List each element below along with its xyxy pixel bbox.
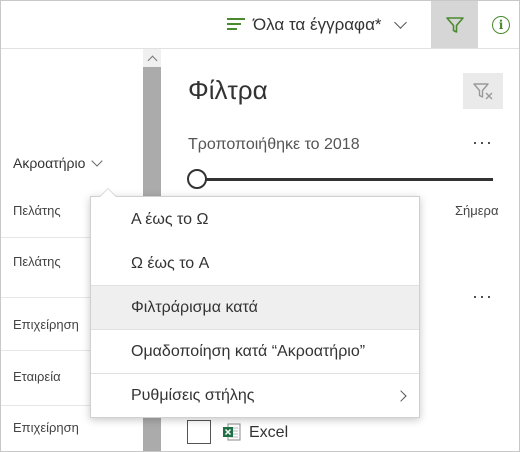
menu-item-sort-a-to-z[interactable]: A έως το Ω: [91, 198, 419, 242]
slider-end-label: Σήμερα: [455, 203, 499, 218]
scroll-up-button[interactable]: [143, 49, 161, 67]
filter-pane-button[interactable]: [431, 1, 478, 48]
modified-filter-label: Τροποποιήθηκε το 2018: [188, 136, 360, 153]
chevron-down-icon: [91, 155, 104, 167]
menu-item-label: Ρυθμίσεις στήλης: [131, 387, 255, 404]
more-options-button[interactable]: ···: [472, 132, 493, 153]
list-item-label: Πελάτης: [13, 254, 61, 269]
date-slider-thumb[interactable]: [187, 169, 207, 189]
view-selector[interactable]: Όλα τα έγγραφα*: [227, 1, 411, 48]
info-button[interactable]: i: [486, 1, 516, 48]
chevron-up-icon: [147, 55, 157, 65]
command-bar: Όλα τα έγγραφα* i: [1, 1, 519, 49]
clear-filters-button[interactable]: [463, 73, 503, 109]
date-slider-track[interactable]: [197, 178, 493, 181]
menu-item-filter-by[interactable]: Φιλτράρισμα κατά: [91, 286, 419, 330]
filter-pane-title: Φίλτρα: [188, 75, 268, 105]
file-type-label: Excel: [249, 424, 289, 441]
list-item-label: Πελάτης: [13, 203, 61, 218]
column-header-label: Ακροατήριο: [13, 155, 86, 171]
list-item-label: Εταιρεία: [13, 369, 61, 384]
app-window: Όλα τα έγγραφα* i Ακροατήριο Πελάτης Πελ…: [0, 0, 520, 452]
chevron-right-icon: [395, 390, 407, 402]
column-context-menu: A έως το Ω Ω έως το A Φιλτράρισμα κατά Ο…: [90, 196, 420, 418]
menu-item-group-by[interactable]: Ομαδοποίηση κατά “Ακροατήριο”: [91, 330, 419, 374]
menu-item-sort-z-to-a[interactable]: Ω έως το A: [91, 242, 419, 286]
info-icon: i: [492, 15, 510, 34]
menu-item-column-settings[interactable]: Ρυθμίσεις στήλης: [91, 374, 419, 418]
chevron-down-icon: [393, 15, 407, 29]
view-label: Όλα τα έγγραφα*: [253, 14, 382, 34]
clear-filter-icon: [473, 83, 493, 100]
column-header-audience[interactable]: Ακροατήριο: [13, 155, 104, 171]
file-type-checkbox[interactable]: [187, 420, 211, 444]
more-options-button[interactable]: ···: [472, 286, 493, 307]
menu-caret-fill: [100, 189, 116, 197]
list-item-label: Επιχείρηση: [13, 317, 79, 332]
filter-icon: [445, 16, 464, 33]
list-item-label: Επιχείρηση: [13, 420, 79, 435]
excel-icon: [223, 423, 241, 441]
view-lines-icon: [227, 18, 245, 31]
